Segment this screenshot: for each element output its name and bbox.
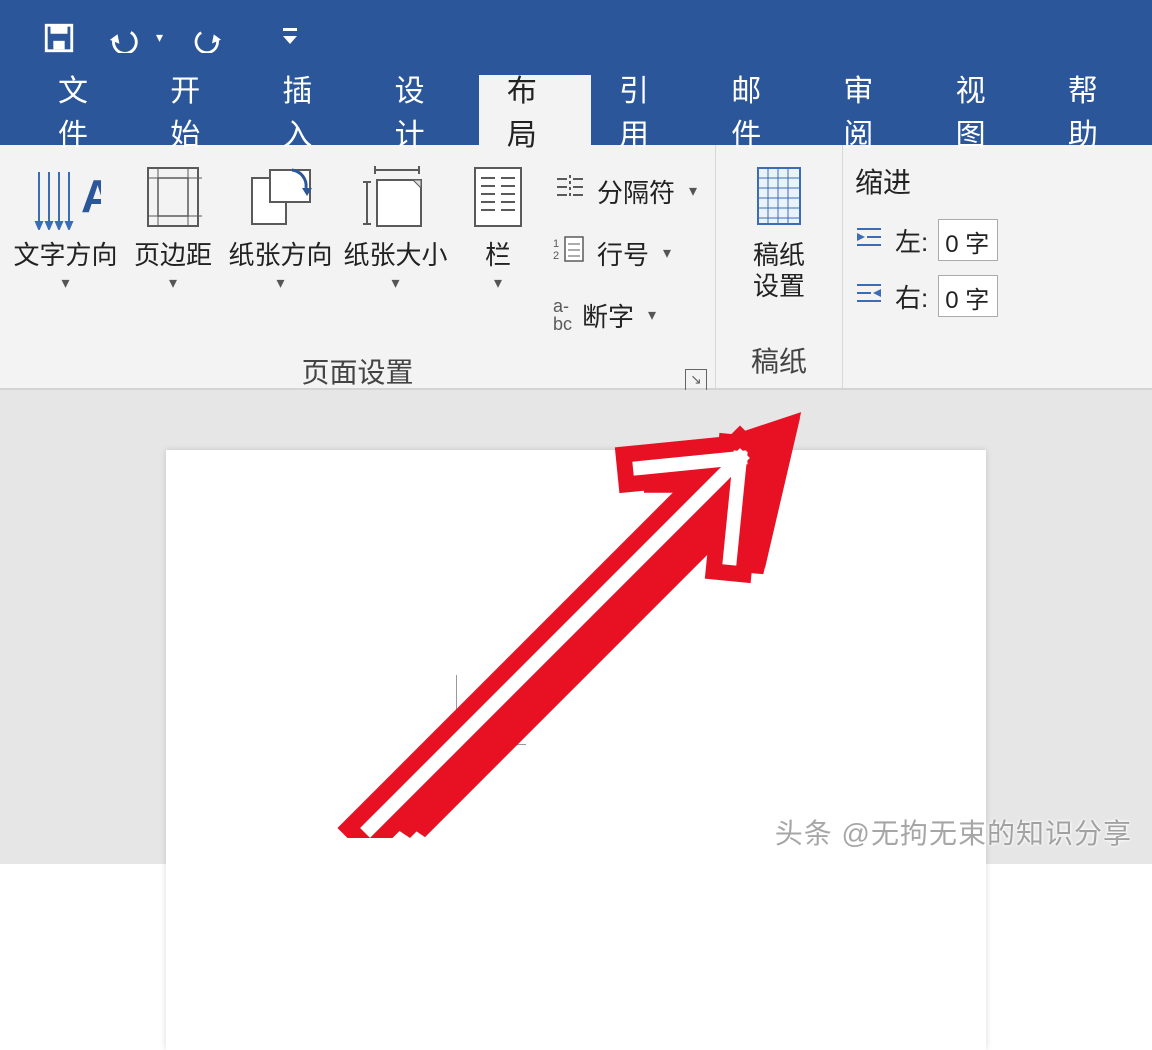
margins-icon (144, 159, 202, 234)
indent-left-field[interactable]: 0 字 (938, 219, 998, 261)
hyphenation-icon: a-bc (553, 297, 572, 333)
watermark-text: 头条 @无拘无束的知识分享 (775, 812, 1132, 852)
size-label: 纸张大小 (343, 240, 447, 271)
page-setup-small-column: 分隔符 ▾ 12 行号 ▾ a-bc 断字 ▾ (543, 155, 707, 345)
margin-corner-mark (456, 675, 526, 745)
document-page[interactable]: ↵ (166, 450, 986, 1050)
ribbon-tabs: 文件 开始 插入 设计 布局 引用 邮件 审阅 视图 帮助 (0, 75, 1152, 145)
group-indent: 缩进 左: 0 字 右: 0 字 (843, 145, 1053, 388)
text-direction-icon: A (31, 159, 101, 234)
orientation-icon (246, 159, 316, 234)
indent-right-label: 右: (895, 278, 928, 315)
chevron-down-icon: ▾ (494, 273, 502, 293)
page-setup-group-title: 页面设置 (302, 357, 414, 388)
ribbon: A 文字方向 ▾ 页边距 ▾ 纸张方向 ▾ (0, 145, 1152, 390)
tab-file[interactable]: 文件 (30, 75, 142, 145)
size-icon (361, 159, 431, 234)
size-button[interactable]: 纸张大小 ▾ (338, 155, 453, 297)
tab-home[interactable]: 开始 (142, 75, 254, 145)
indent-right-row: 右: 0 字 (855, 275, 1041, 317)
indent-left-icon (855, 225, 885, 256)
indent-title: 缩进 (855, 161, 1041, 201)
indent-right-icon (855, 281, 885, 312)
chevron-down-icon: ▾ (648, 305, 656, 325)
columns-button[interactable]: 栏 ▾ (453, 155, 543, 297)
hyphenation-label: 断字 (582, 297, 634, 334)
margins-label: 页边距 (134, 240, 212, 271)
qat-customize-icon[interactable] (271, 19, 309, 57)
line-numbers-label: 行号 (597, 235, 649, 272)
page-setup-dialog-launcher[interactable]: ↘ (685, 369, 707, 391)
manuscript-settings-button[interactable]: 稿纸 设置 (724, 155, 834, 306)
columns-label: 栏 (485, 240, 511, 271)
manuscript-group-title: 稿纸 (751, 346, 807, 377)
indent-right-field[interactable]: 0 字 (938, 275, 998, 317)
tab-references[interactable]: 引用 (591, 75, 703, 145)
manuscript-label-1: 稿纸 (753, 240, 805, 271)
tab-layout[interactable]: 布局 (479, 75, 591, 145)
text-direction-label: 文字方向 (13, 240, 117, 271)
group-page-setup: A 文字方向 ▾ 页边距 ▾ 纸张方向 ▾ (0, 145, 716, 388)
chevron-down-icon: ▾ (61, 273, 69, 293)
chevron-down-icon: ▾ (391, 273, 399, 293)
orientation-label: 纸张方向 (228, 240, 332, 271)
paragraph-mark-icon: ↵ (466, 755, 488, 786)
group-manuscript: 稿纸 设置 稿纸 (716, 145, 843, 388)
document-area: ↵ 头条 @无拘无束的知识分享 (0, 390, 1152, 864)
chevron-down-icon: ▾ (276, 273, 284, 293)
quick-access-toolbar: ▾ (0, 0, 1152, 75)
svg-text:A: A (81, 170, 101, 222)
orientation-button[interactable]: 纸张方向 ▾ (223, 155, 338, 297)
hyphenation-button[interactable]: a-bc 断字 ▾ (553, 289, 697, 341)
undo-dropdown-icon[interactable]: ▾ (156, 29, 163, 46)
tab-view[interactable]: 视图 (928, 75, 1040, 145)
svg-text:1: 1 (553, 238, 559, 250)
manuscript-icon (752, 159, 806, 234)
save-icon[interactable] (40, 19, 78, 57)
chevron-down-icon: ▾ (169, 273, 177, 293)
indent-left-label: 左: (895, 222, 928, 259)
svg-text:2: 2 (553, 250, 559, 262)
line-numbers-icon: 12 (553, 235, 587, 272)
breaks-button[interactable]: 分隔符 ▾ (553, 165, 697, 217)
tab-help[interactable]: 帮助 (1040, 75, 1152, 145)
tab-mailings[interactable]: 邮件 (703, 75, 815, 145)
breaks-icon (553, 173, 587, 210)
margins-button[interactable]: 页边距 ▾ (123, 155, 223, 297)
tab-review[interactable]: 审阅 (815, 75, 927, 145)
tab-design[interactable]: 设计 (367, 75, 479, 145)
manuscript-label-2: 设置 (753, 271, 805, 302)
undo-icon[interactable] (108, 19, 146, 57)
line-numbers-button[interactable]: 12 行号 ▾ (553, 227, 697, 279)
chevron-down-icon: ▾ (689, 181, 697, 201)
redo-icon[interactable] (193, 19, 231, 57)
text-direction-button[interactable]: A 文字方向 ▾ (8, 155, 123, 297)
chevron-down-icon: ▾ (663, 243, 671, 263)
tab-insert[interactable]: 插入 (254, 75, 366, 145)
indent-left-row: 左: 0 字 (855, 219, 1041, 261)
columns-icon (471, 159, 525, 234)
breaks-label: 分隔符 (597, 173, 675, 210)
